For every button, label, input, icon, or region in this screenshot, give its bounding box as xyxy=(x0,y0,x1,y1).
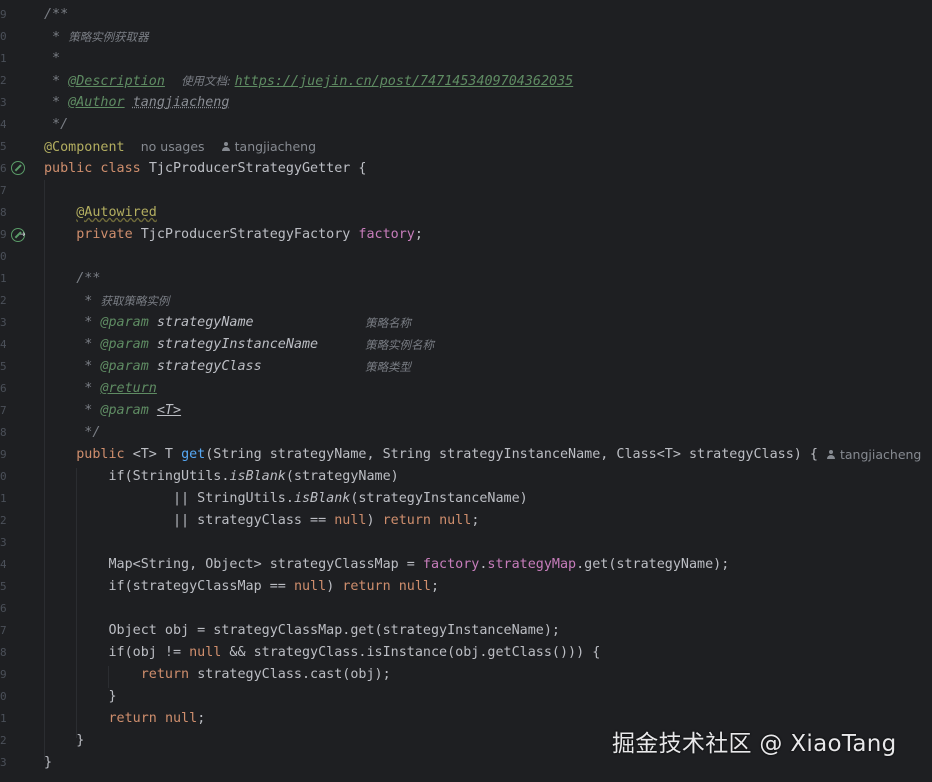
code-line: Map<String, Object> strategyClassMap = f… xyxy=(108,557,730,572)
code-line: if(StringUtils.isBlank(strategyName) xyxy=(108,469,399,484)
code-line: || StringUtils.isBlank(strategyInstanceN… xyxy=(173,491,528,506)
code-line: || strategyClass == null) return null; xyxy=(173,513,480,528)
code-line: * @return xyxy=(76,381,157,396)
line-number[interactable]: 9 xyxy=(0,224,6,246)
code-line: * xyxy=(44,51,61,66)
line-number[interactable]: 0 xyxy=(0,466,6,488)
line-number[interactable]: 4 xyxy=(0,114,6,136)
editor-gutter: 90123456789012345678901234567890123 xyxy=(0,0,34,782)
line-number[interactable]: 2 xyxy=(0,290,6,312)
code-line: * @param strategyInstanceName 策略实例名称 xyxy=(76,337,434,352)
line-number[interactable]: 5 xyxy=(0,136,6,158)
line-number[interactable]: 0 xyxy=(0,26,6,48)
line-number[interactable]: 3 xyxy=(0,752,6,774)
code-line: public <T> T get(String strategyName, St… xyxy=(44,444,932,466)
line-number[interactable]: 0 xyxy=(0,246,6,268)
line-number[interactable]: 6 xyxy=(0,378,6,400)
code-line: * @Description 使用文档: https://juejin.cn/p… xyxy=(44,74,574,89)
code-line: if(obj != null && strategyClass.isInstan… xyxy=(108,645,601,660)
line-number[interactable]: 4 xyxy=(0,554,6,576)
line-number[interactable]: 5 xyxy=(0,576,6,598)
code-line: @Component no usages tangjiacheng xyxy=(44,139,317,155)
line-number[interactable]: 7 xyxy=(0,180,6,202)
line-number[interactable]: 6 xyxy=(0,158,6,180)
autowired-injection-icon[interactable] xyxy=(11,228,26,242)
line-number[interactable]: 3 xyxy=(0,312,6,334)
code-line: * 策略实例获取器 xyxy=(44,30,149,45)
line-number[interactable]: 8 xyxy=(0,422,6,444)
code-line: return strategyClass.cast(obj); xyxy=(140,667,391,682)
line-number[interactable]: 3 xyxy=(0,92,6,114)
line-number[interactable]: 7 xyxy=(0,400,6,422)
code-line: * @param strategyClass 策略类型 xyxy=(76,359,411,374)
spring-bean-icon[interactable] xyxy=(11,161,25,175)
code-line: /** xyxy=(76,271,101,286)
user-icon xyxy=(826,450,836,460)
line-number[interactable]: 4 xyxy=(0,334,6,356)
code-line: */ xyxy=(76,425,101,440)
line-number[interactable]: 3 xyxy=(0,532,6,554)
code-line: /** xyxy=(44,7,69,22)
line-number[interactable]: 1 xyxy=(0,48,6,70)
line-number[interactable]: 2 xyxy=(0,730,6,752)
line-number[interactable]: 8 xyxy=(0,202,6,224)
line-number[interactable]: 9 xyxy=(0,444,6,466)
doc-link[interactable]: https://juejin.cn/post/74714534097043620… xyxy=(235,74,574,89)
code-line: } xyxy=(108,689,117,704)
line-number[interactable]: 2 xyxy=(0,70,6,92)
line-number[interactable]: 2 xyxy=(0,510,6,532)
line-number[interactable]: 9 xyxy=(0,4,6,26)
line-number[interactable]: 1 xyxy=(0,708,6,730)
code-line: */ xyxy=(44,117,69,132)
code-line: * @Author tangjiacheng xyxy=(44,95,230,110)
code-line: * @param strategyName 策略名称 xyxy=(76,315,411,330)
code-line: * 获取策略实例 xyxy=(76,294,170,309)
line-number[interactable]: 1 xyxy=(0,268,6,290)
code-editor[interactable]: /** * 策略实例获取器 * * @Description 使用文档: htt… xyxy=(44,4,932,774)
line-number[interactable]: 8 xyxy=(0,642,6,664)
usages-hint[interactable]: no usages xyxy=(141,139,205,154)
line-number[interactable]: 1 xyxy=(0,488,6,510)
code-line: if(strategyClassMap == null) return null… xyxy=(108,579,440,594)
line-number[interactable]: 9 xyxy=(0,664,6,686)
watermark: 掘金技术社区 @ XiaoTang xyxy=(612,731,897,757)
code-line: @Autowired xyxy=(76,205,157,220)
line-number[interactable]: 0 xyxy=(0,686,6,708)
line-number[interactable]: 5 xyxy=(0,356,6,378)
code-line: * @param <T> xyxy=(76,403,182,418)
line-number[interactable]: 6 xyxy=(0,598,6,620)
code-line: private TjcProducerStrategyFactory facto… xyxy=(76,227,423,242)
line-number[interactable]: 7 xyxy=(0,620,6,642)
author-hint[interactable]: tangjiacheng xyxy=(826,444,921,466)
author-hint[interactable]: tangjiacheng xyxy=(221,139,316,154)
code-line: public class TjcProducerStrategyGetter { xyxy=(44,161,367,176)
code-line: Object obj = strategyClassMap.get(strate… xyxy=(108,623,560,638)
user-icon xyxy=(221,142,231,152)
